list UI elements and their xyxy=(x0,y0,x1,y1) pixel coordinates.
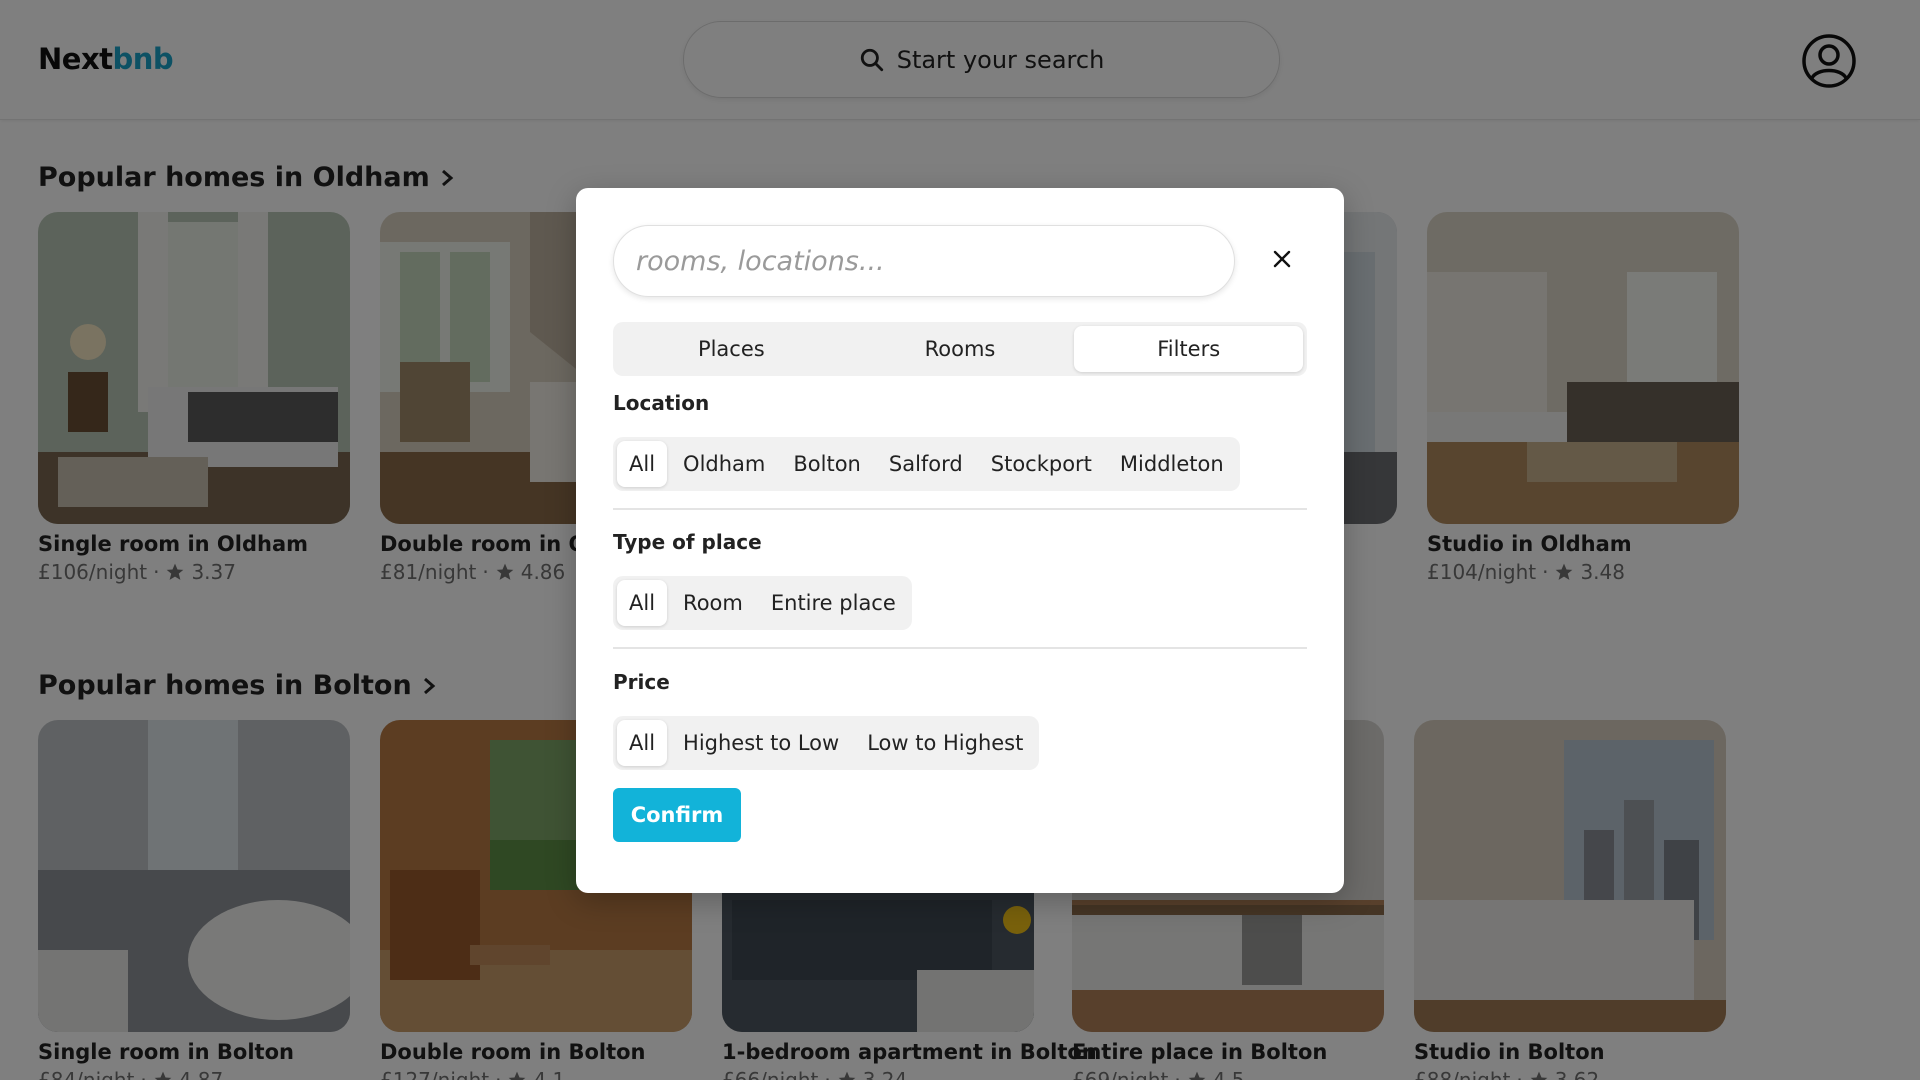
close-icon xyxy=(1273,250,1291,268)
tab-rooms[interactable]: Rooms xyxy=(846,326,1075,372)
location-option-stockport[interactable]: Stockport xyxy=(979,441,1104,487)
type-option-room[interactable]: Room xyxy=(671,580,755,626)
location-options: All Oldham Bolton Salford Stockport Midd… xyxy=(613,437,1240,491)
location-label: Location xyxy=(613,391,710,415)
type-of-place-label: Type of place xyxy=(613,530,762,554)
location-option-oldham[interactable]: Oldham xyxy=(671,441,777,487)
price-option-low-to-high[interactable]: Low to Highest xyxy=(855,720,1035,766)
modal-tabs: Places Rooms Filters xyxy=(613,322,1307,376)
divider xyxy=(613,508,1307,510)
type-option-entire-place[interactable]: Entire place xyxy=(759,580,908,626)
location-option-salford[interactable]: Salford xyxy=(877,441,975,487)
tab-filters[interactable]: Filters xyxy=(1074,326,1304,372)
price-label: Price xyxy=(613,670,670,694)
location-option-all[interactable]: All xyxy=(617,441,668,487)
price-option-all[interactable]: All xyxy=(617,720,668,766)
filter-modal: Places Rooms Filters Location All Oldham… xyxy=(576,188,1344,893)
confirm-button[interactable]: Confirm xyxy=(613,788,741,842)
type-of-place-options: All Room Entire place xyxy=(613,576,912,630)
close-button[interactable] xyxy=(1259,236,1305,282)
location-option-bolton[interactable]: Bolton xyxy=(781,441,872,487)
location-option-middleton[interactable]: Middleton xyxy=(1108,441,1236,487)
divider xyxy=(613,647,1307,649)
type-option-all[interactable]: All xyxy=(617,580,668,626)
modal-search-input[interactable] xyxy=(613,225,1235,297)
tab-places[interactable]: Places xyxy=(617,326,846,372)
price-options: All Highest to Low Low to Highest xyxy=(613,716,1040,770)
price-option-high-to-low[interactable]: Highest to Low xyxy=(671,720,851,766)
